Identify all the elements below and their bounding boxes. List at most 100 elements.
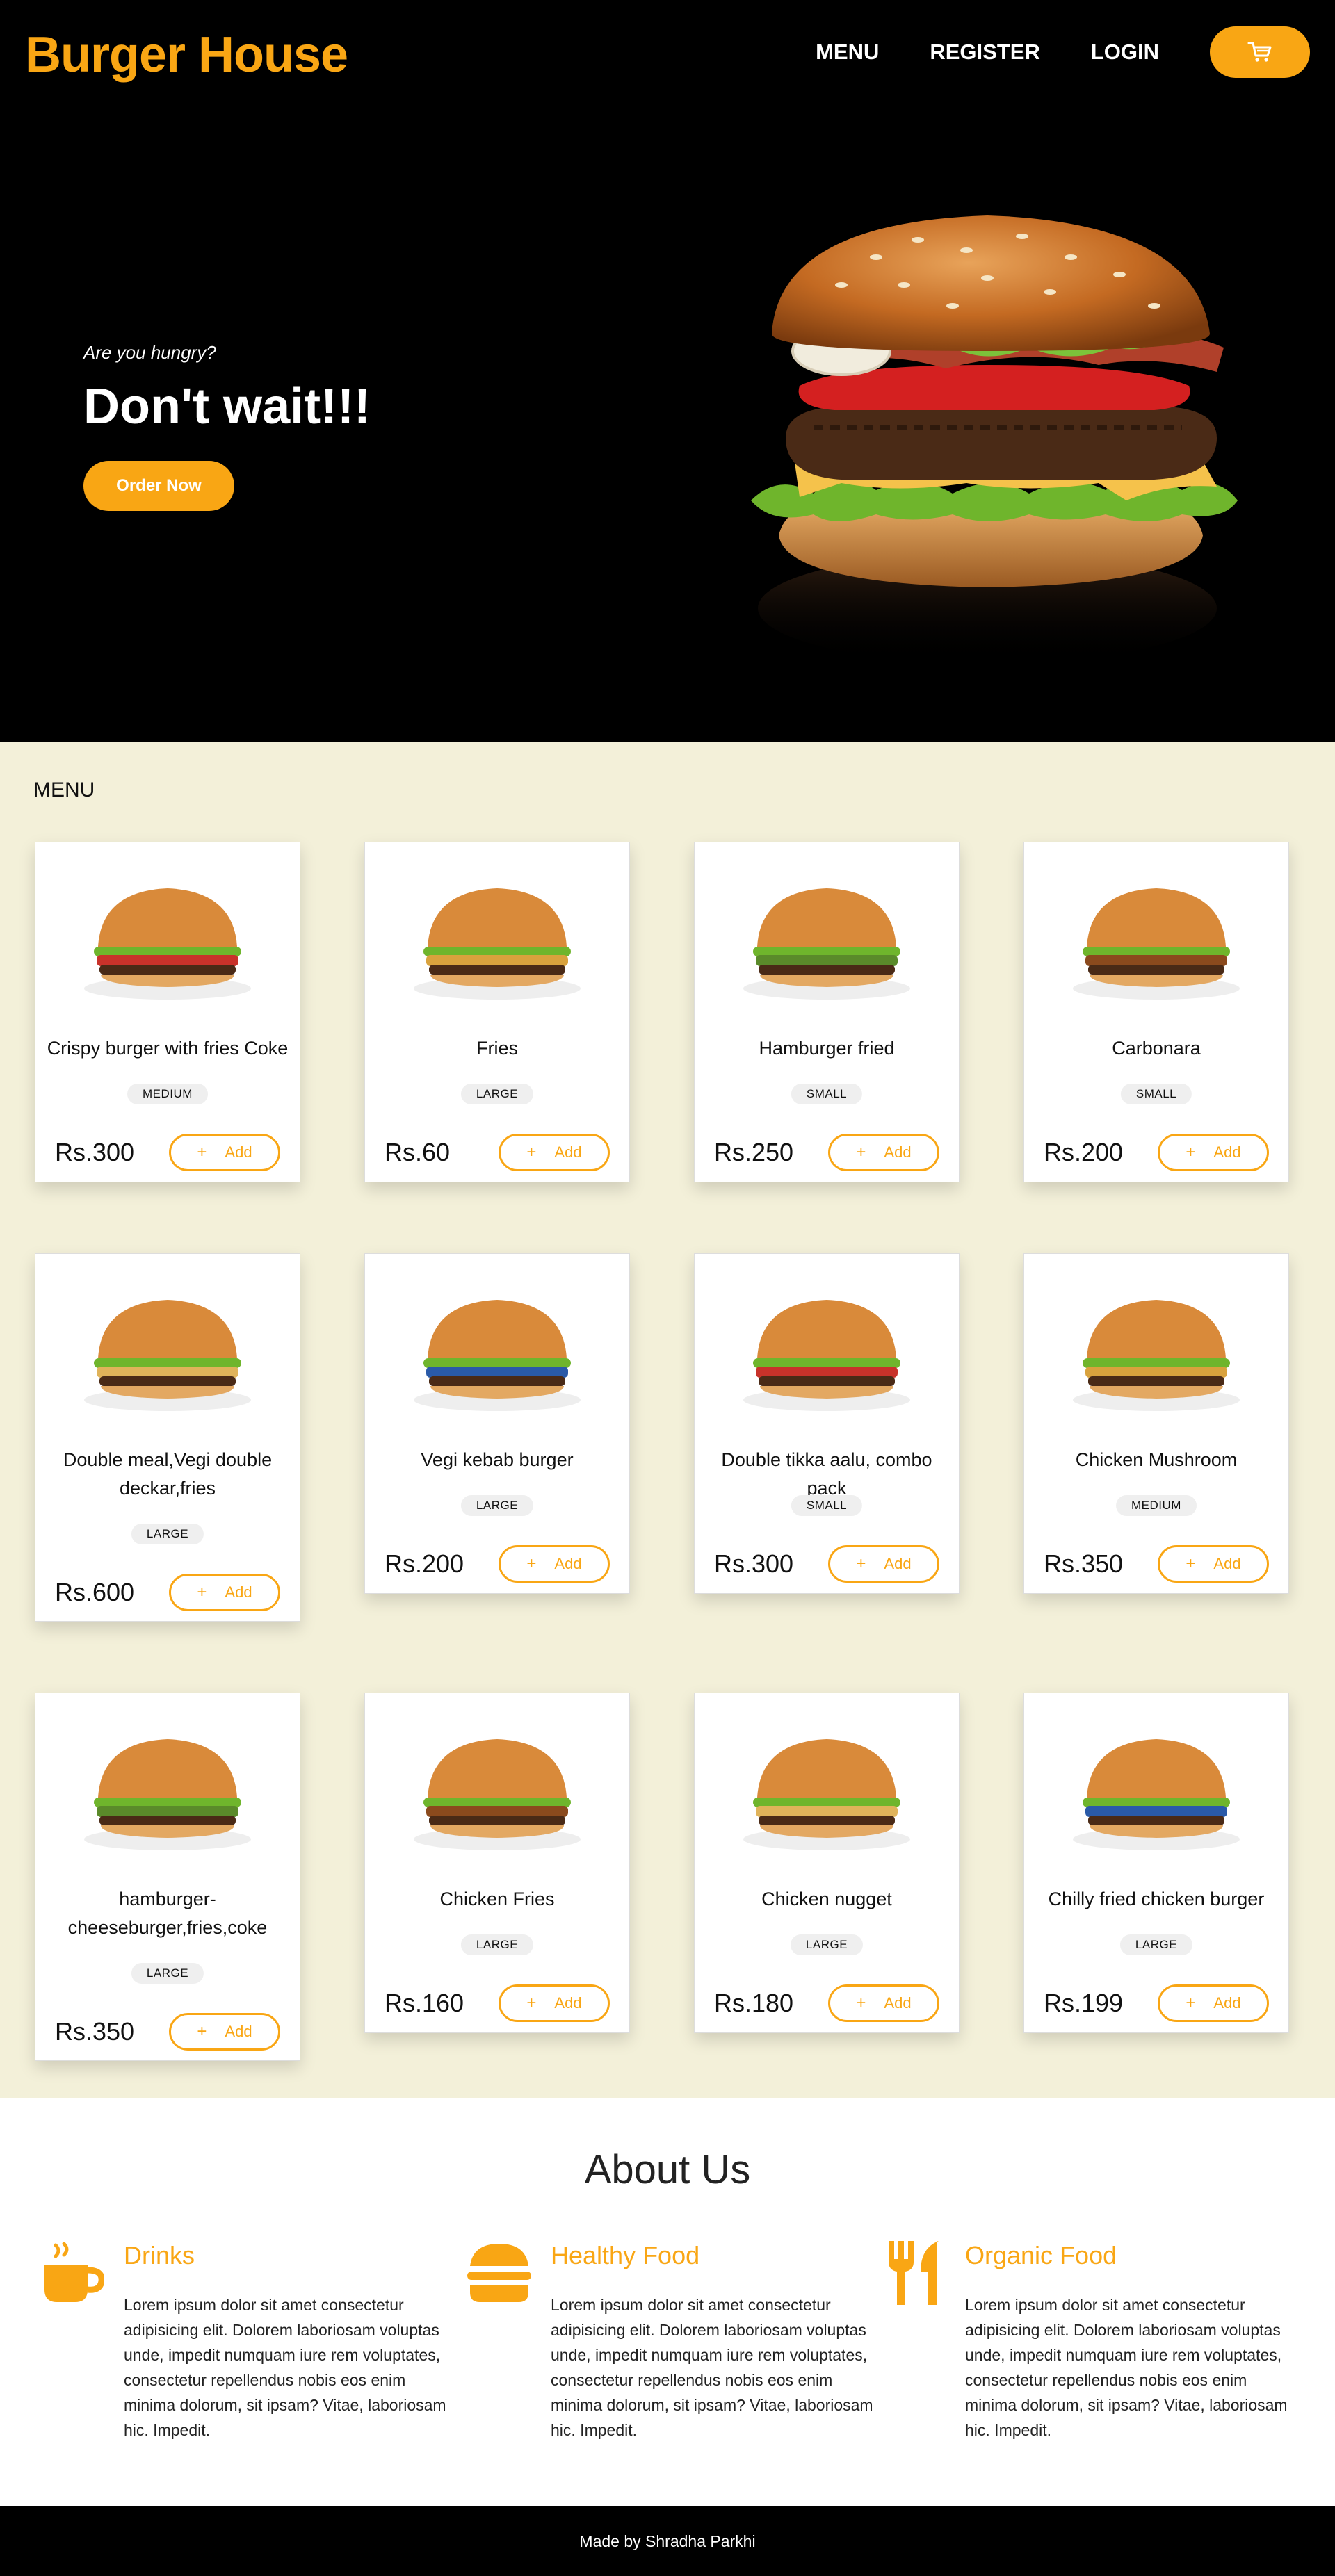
menu-card: hamburger-cheeseburger,fries,coke LARGE …	[35, 1693, 300, 2061]
food-image	[1073, 1739, 1240, 1850]
brand-logo[interactable]: Burger House	[25, 26, 348, 83]
add-to-cart-button[interactable]: + Add	[828, 1545, 939, 1583]
mug-icon	[44, 2242, 104, 2302]
add-to-cart-button[interactable]: + Add	[169, 1574, 280, 1611]
size-badge: LARGE	[460, 1084, 534, 1104]
item-price: Rs.350	[1044, 1549, 1124, 1578]
food-image	[414, 888, 581, 1000]
add-to-cart-button[interactable]: + Add	[1158, 1134, 1269, 1171]
size-badge: MEDIUM	[1116, 1495, 1197, 1516]
plus-icon: +	[526, 1554, 537, 1573]
add-to-cart-button[interactable]: + Add	[499, 1545, 610, 1583]
item-name: Carbonara	[1112, 1038, 1201, 1059]
add-to-cart-button[interactable]: + Add	[169, 2013, 280, 2051]
menu-card: Chicken Fries LARGE Rs.160 + Add	[364, 1693, 630, 2033]
order-now-button[interactable]: Order Now	[83, 461, 234, 511]
nav-login-link[interactable]: LOGIN	[1091, 40, 1159, 65]
item-price: Rs.250	[714, 1138, 794, 1166]
menu-section: MENU Crispy burger with fries Coke MEDIU…	[0, 742, 1335, 2098]
menu-card: Chilly fried chicken burger LARGE Rs.199…	[1024, 1693, 1289, 2033]
top-navbar: Burger House MENU REGISTER LOGIN	[0, 0, 1335, 111]
menu-card: Double meal,Vegi double deckar,fries LAR…	[35, 1253, 300, 1622]
item-price: Rs.200	[1044, 1138, 1124, 1166]
menu-card: Hamburger fried SMALL Rs.250 + Add	[694, 842, 960, 1182]
item-price: Rs.199	[1044, 1989, 1124, 2017]
feature-body: Lorem ipsum dolor sit amet consectetur a…	[124, 2296, 446, 2439]
add-to-cart-button[interactable]: + Add	[1158, 1984, 1269, 2022]
plus-icon: +	[1186, 1143, 1196, 1161]
size-badge: LARGE	[131, 1524, 204, 1544]
plus-icon: +	[856, 1143, 866, 1161]
add-label: Add	[884, 1143, 912, 1161]
plus-icon: +	[856, 1994, 866, 2012]
nav-menu-link[interactable]: MENU	[816, 40, 879, 65]
item-price: Rs.60	[385, 1138, 451, 1166]
item-price: Rs.600	[55, 1578, 135, 1606]
menu-card: Fries LARGE Rs.60 + Add	[364, 842, 630, 1182]
food-image	[1073, 888, 1240, 1000]
food-image	[414, 1739, 581, 1850]
feature-title: Drinks	[124, 2241, 195, 2269]
add-to-cart-button[interactable]: + Add	[499, 1984, 610, 2022]
item-name: Double tikka aalu, combo pack	[721, 1449, 932, 1499]
menu-card: Vegi kebab burger LARGE Rs.200 + Add	[364, 1253, 630, 1594]
add-to-cart-button[interactable]: + Add	[828, 1984, 939, 2022]
nav-links: MENU REGISTER LOGIN	[816, 26, 1310, 78]
add-to-cart-button[interactable]: + Add	[499, 1134, 610, 1171]
plus-icon: +	[856, 1554, 866, 1573]
about-section: About Us Drinks Lorem ipsum dolor sit am…	[0, 2098, 1335, 2506]
food-image	[84, 1300, 251, 1411]
plus-icon: +	[526, 1143, 537, 1161]
feature-body: Lorem ipsum dolor sit amet consectetur a…	[551, 2296, 873, 2439]
food-image	[84, 888, 251, 1000]
item-price: Rs.350	[55, 2017, 135, 2046]
menu-card: Double tikka aalu, combo pack SMALL Rs.3…	[694, 1253, 960, 1594]
item-price: Rs.200	[385, 1549, 464, 1578]
add-label: Add	[1213, 1994, 1241, 2012]
add-label: Add	[225, 2023, 252, 2040]
nav-register-link[interactable]: REGISTER	[930, 40, 1039, 65]
item-name: Chicken Fries	[439, 1889, 555, 1909]
item-name: Chicken nugget	[761, 1889, 892, 1909]
menu-card: Chicken nugget LARGE Rs.180 + Add	[694, 1693, 960, 2033]
cart-icon	[1247, 42, 1272, 62]
item-name: Chilly fried chicken burger	[1048, 1889, 1265, 1909]
item-name: Chicken Mushroom	[1075, 1449, 1238, 1470]
food-image	[1073, 1300, 1240, 1411]
size-badge: SMALL	[791, 1495, 863, 1516]
item-price: Rs.180	[714, 1989, 794, 2017]
item-name: Vegi kebab burger	[421, 1449, 574, 1470]
add-label: Add	[884, 1994, 912, 2012]
hero-title: Don't wait!!!	[83, 379, 371, 434]
add-label: Add	[1213, 1143, 1241, 1161]
add-label: Add	[884, 1555, 912, 1572]
item-name: Crispy burger with fries Coke	[47, 1038, 289, 1059]
plus-icon: +	[197, 2022, 207, 2041]
size-badge: LARGE	[460, 1934, 534, 1955]
add-label: Add	[554, 1143, 582, 1161]
food-image	[414, 1300, 581, 1411]
add-to-cart-button[interactable]: + Add	[828, 1134, 939, 1171]
size-badge: LARGE	[460, 1495, 534, 1516]
plus-icon: +	[1186, 1994, 1196, 2012]
feature-body: Lorem ipsum dolor sit amet consectetur a…	[965, 2296, 1288, 2439]
menu-card: Chicken Mushroom MEDIUM Rs.350 + Add	[1024, 1253, 1289, 1594]
item-name: Double meal,Vegi double deckar,fries	[63, 1449, 273, 1499]
add-label: Add	[225, 1143, 252, 1161]
hero-subtitle: Are you hungry?	[83, 342, 216, 363]
food-image	[743, 888, 910, 1000]
feature-title: Organic Food	[965, 2241, 1117, 2269]
feature-title: Healthy Food	[551, 2241, 700, 2269]
item-price: Rs.300	[714, 1549, 794, 1578]
cart-button[interactable]	[1210, 26, 1310, 78]
size-badge: MEDIUM	[127, 1084, 208, 1104]
add-to-cart-button[interactable]: + Add	[1158, 1545, 1269, 1583]
size-badge: LARGE	[1119, 1934, 1193, 1955]
size-badge: LARGE	[790, 1934, 864, 1955]
menu-card: Carbonara SMALL Rs.200 + Add	[1024, 842, 1289, 1182]
size-badge: SMALL	[1120, 1084, 1192, 1104]
add-to-cart-button[interactable]: + Add	[169, 1134, 280, 1171]
item-price: Rs.300	[55, 1138, 135, 1166]
hero-burger-image	[751, 215, 1238, 664]
footer: Made by Shradha Parkhi	[0, 2506, 1335, 2576]
